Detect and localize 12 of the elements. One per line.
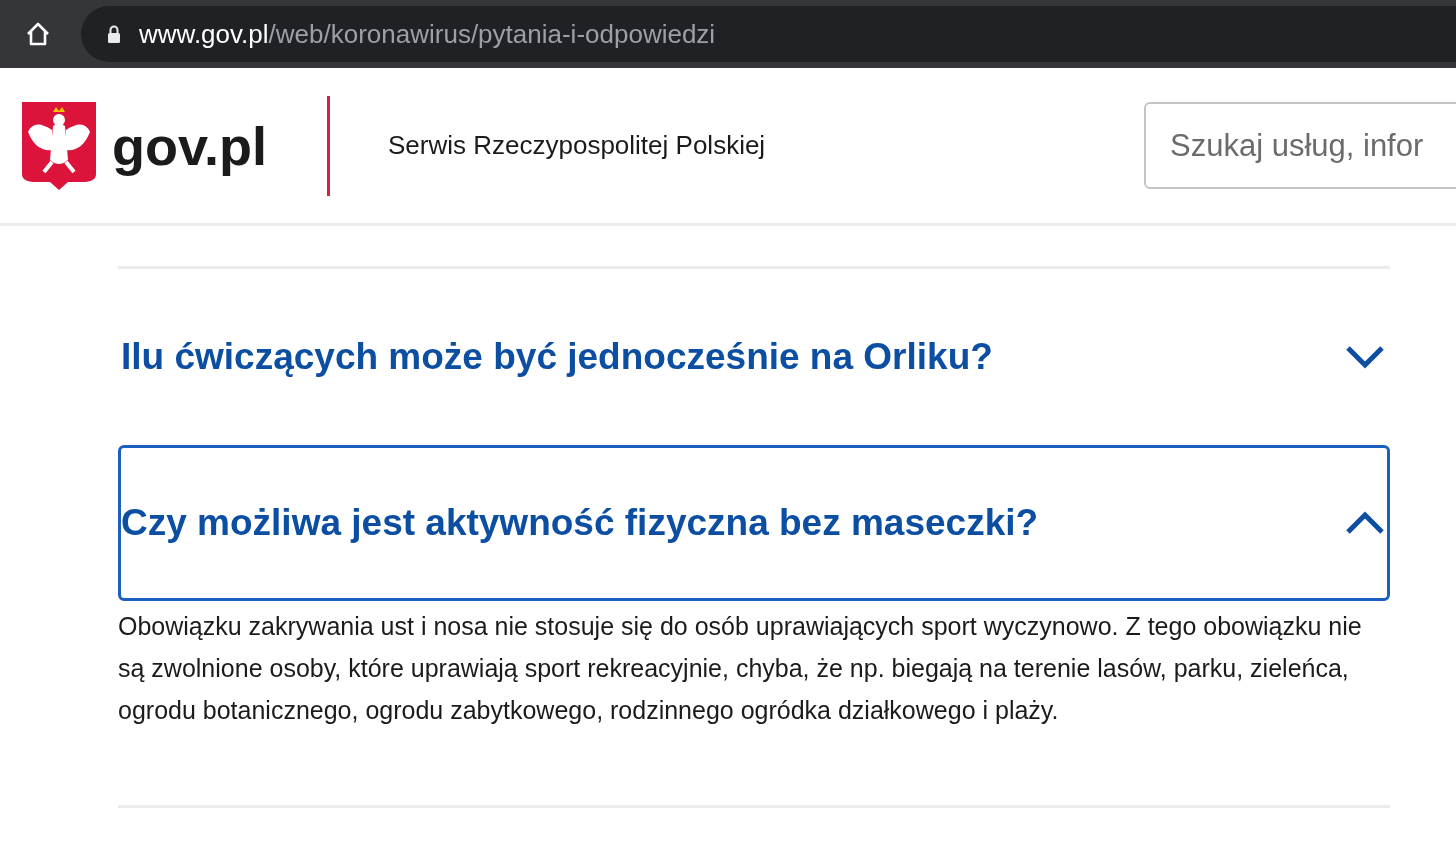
home-icon[interactable] <box>25 21 51 47</box>
chevron-up-icon <box>1345 511 1385 535</box>
lock-icon <box>107 25 121 43</box>
search-field[interactable]: Szukaj usług, infor <box>1144 102 1456 189</box>
url-text: www.gov.pl/web/koronawirus/pytania-i-odpowiedzi <box>139 17 716 51</box>
faq-answer: Obowiązku zakrywania ust i nosa nie stosuje się do osób uprawiających sport wyczynowo. Z tego obowiązku nie są zwolnione osoby, które uprawiają sport rekreacyjnie, chyba, że np. biegają na terenie lasów, parku, zieleńca, ogrodu botanicznego, ogrodu zabytkowego, rodzinnego ogródka działkowego i plaży. <box>118 605 1390 808</box>
site-tagline: Serwis Rzeczypospolitej Polskiej <box>388 129 766 162</box>
faq-question[interactable]: Czy możliwa jest aktywność fizyczna bez maseczki? <box>118 445 1390 601</box>
faq-question[interactable]: Ilu ćwiczących może być jednocześnie na Orliku? <box>118 289 1390 425</box>
chevron-down-icon <box>1345 345 1385 369</box>
eagle-emblem-icon <box>22 101 96 190</box>
address-bar[interactable]: www.gov.pl/web/koronawirus/pytania-i-odpowiedzi <box>81 6 1456 62</box>
